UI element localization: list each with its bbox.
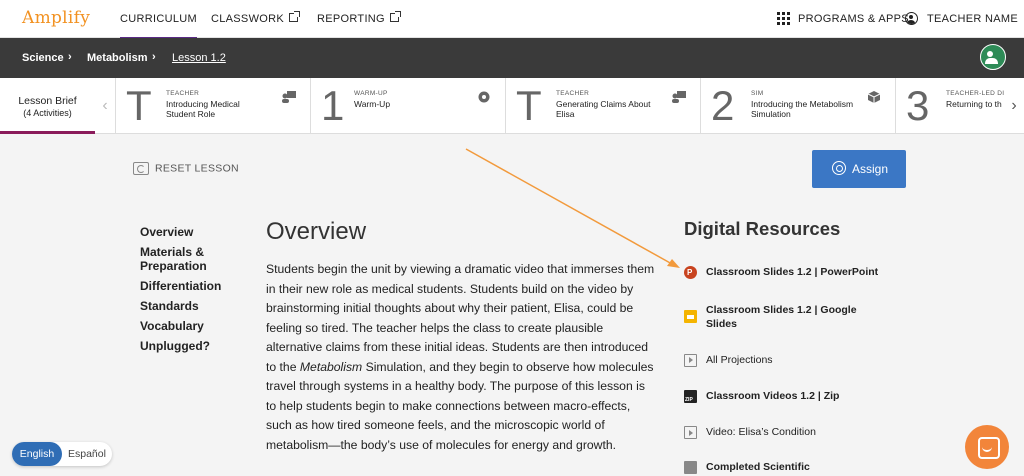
- activity-card[interactable]: T TEACHER Introducing Medical Student Ro…: [115, 78, 310, 134]
- nav-programs-apps[interactable]: PROGRAMS & APPS: [798, 13, 909, 25]
- chat-icon[interactable]: [965, 425, 1009, 469]
- overview-text: Students begin the unit by viewing a dra…: [266, 260, 658, 455]
- powerpoint-icon: [684, 266, 697, 280]
- language-toggle: English Español: [12, 442, 112, 466]
- at-icon: [832, 161, 846, 175]
- nav-user-menu[interactable]: TEACHER NAME: [927, 13, 1018, 25]
- lesson-brief-tab[interactable]: Lesson Brief (4 Activities): [0, 78, 95, 134]
- activity-strip: Lesson Brief (4 Activities) ‹ T TEACHER …: [0, 78, 1024, 134]
- activity-card[interactable]: 1 WARM-UP Warm-Up: [310, 78, 505, 134]
- reset-lesson-label: RESET LESSON: [155, 162, 239, 175]
- teacher-icon: [672, 91, 686, 103]
- breadcrumb-science[interactable]: Science: [22, 52, 64, 64]
- digital-resources-heading: Digital Resources: [684, 218, 841, 239]
- activity-number: 2: [711, 82, 735, 129]
- activity-kind: TEACHER: [556, 90, 590, 97]
- breadcrumb-lesson[interactable]: Lesson 1.2: [172, 52, 226, 64]
- apps-grid-icon[interactable]: [777, 12, 790, 25]
- activity-kind: WARM-UP: [354, 90, 388, 97]
- section-link-overview[interactable]: Overview: [140, 225, 250, 239]
- zip-icon: [684, 390, 697, 407]
- section-link-differentiation[interactable]: Differentiation: [140, 279, 250, 293]
- team-icon[interactable]: [980, 44, 1006, 70]
- external-link-icon: [389, 11, 401, 22]
- top-nav: Amplify CURRICULUM CLASSWORK REPORTING P…: [0, 0, 1024, 39]
- activity-number: 3: [906, 82, 930, 129]
- section-link-unplugged[interactable]: Unplugged?: [140, 339, 250, 353]
- section-link-materials[interactable]: Materials & Preparation: [140, 245, 220, 273]
- nav-curriculum[interactable]: CURRICULUM: [120, 13, 197, 39]
- nav-classwork-label: CLASSWORK: [211, 13, 284, 25]
- resource-label: Completed Scientific: [706, 461, 810, 473]
- video-icon: [684, 426, 697, 439]
- lesson-brief-title: Lesson Brief: [18, 95, 77, 107]
- nav-reporting-label: REPORTING: [317, 13, 385, 25]
- overview-heading: Overview: [266, 218, 367, 245]
- activity-number: T: [516, 82, 542, 129]
- resource-label: Classroom Slides 1.2 | PowerPoint: [706, 266, 879, 278]
- section-nav: Overview Materials & Preparation Differe…: [140, 225, 250, 359]
- overview-text-italic: Metabolism: [299, 359, 363, 374]
- overview-text-part1: Students begin the unit by viewing a dra…: [266, 262, 655, 374]
- activity-kind: TEACHER-LED DI: [946, 90, 1005, 97]
- activity-card[interactable]: 3 TEACHER-LED DI Returning to th: [895, 78, 1005, 134]
- resource-label: Video: Elisa’s Condition: [706, 426, 816, 438]
- external-link-icon: [289, 11, 300, 22]
- language-english[interactable]: English: [12, 442, 62, 466]
- brain-icon: [478, 91, 490, 103]
- nav-classwork[interactable]: CLASSWORK: [211, 11, 300, 25]
- activity-title: Introducing the Metabolism Simulation: [751, 99, 854, 119]
- section-link-vocabulary[interactable]: Vocabulary: [140, 319, 250, 333]
- activity-number: T: [126, 82, 152, 129]
- lesson-brief-subtitle: (4 Activities): [23, 108, 72, 118]
- brand-logo[interactable]: Amplify: [22, 8, 90, 28]
- projection-icon: [684, 354, 697, 367]
- cube-icon: [867, 91, 881, 103]
- resource-label: All Projections: [706, 354, 773, 366]
- resource-label: Classroom Slides 1.2 | Google Slides: [706, 304, 857, 330]
- chevron-right-icon: ›: [68, 51, 72, 63]
- activity-kind: SIM: [751, 90, 764, 97]
- pdf-icon: [684, 461, 697, 474]
- nav-reporting[interactable]: REPORTING: [317, 11, 401, 25]
- reset-icon: [133, 162, 149, 175]
- breadcrumb: Science › Metabolism › Lesson 1.2: [0, 38, 1024, 78]
- activity-kind: TEACHER: [166, 90, 200, 97]
- assign-button[interactable]: Assign: [812, 150, 906, 188]
- activity-title: Introducing Medical Student Role: [166, 99, 240, 119]
- activity-card[interactable]: 2 SIM Introducing the Metabolism Simulat…: [700, 78, 895, 134]
- reset-lesson-button[interactable]: RESET LESSON: [133, 162, 239, 175]
- chevron-left-icon[interactable]: ‹: [95, 78, 115, 134]
- breadcrumb-metabolism[interactable]: Metabolism: [87, 52, 148, 64]
- resource-label: Classroom Videos 1.2 | Zip: [706, 390, 840, 402]
- activity-title: Generating Claims About Elisa: [556, 99, 651, 119]
- activity-number: 1: [321, 82, 345, 129]
- chevron-right-icon[interactable]: ›: [1004, 78, 1024, 134]
- assign-label: Assign: [852, 162, 889, 176]
- teacher-icon: [282, 91, 296, 103]
- section-link-standards[interactable]: Standards: [140, 299, 250, 313]
- activity-title: Warm-Up: [354, 99, 391, 109]
- user-icon[interactable]: [905, 12, 918, 25]
- activity-title: Returning to th: [946, 99, 1002, 109]
- language-espanol[interactable]: Español: [68, 442, 106, 466]
- activity-card[interactable]: T TEACHER Generating Claims About Elisa: [505, 78, 700, 134]
- google-slides-icon: [684, 310, 697, 323]
- chevron-right-icon: ›: [152, 51, 156, 63]
